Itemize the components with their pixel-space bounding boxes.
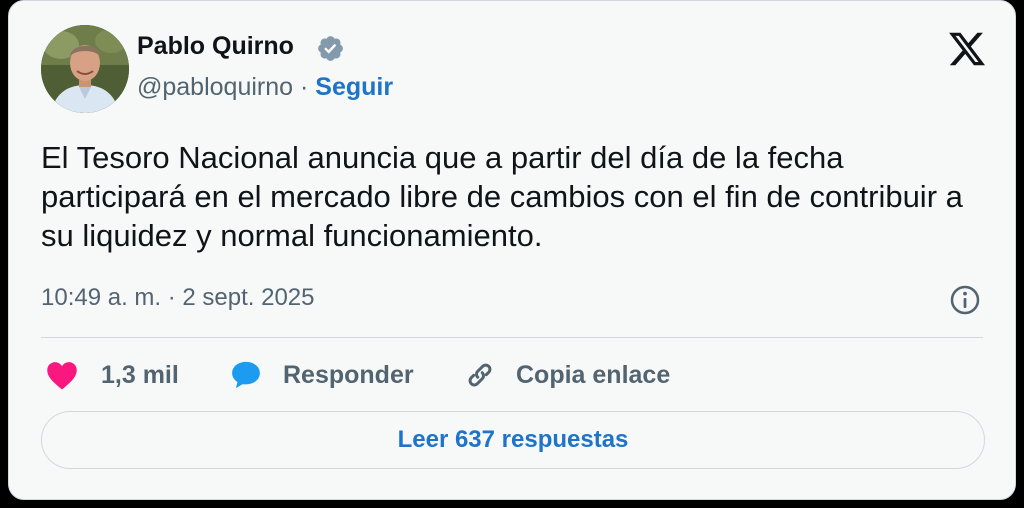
like-count: 1,3 mil xyxy=(101,360,179,389)
tweet-card: Pablo Quirno @pabloquirno · Seguir El Te… xyxy=(8,0,1016,500)
tweet-text: El Tesoro Nacional anuncia que a partir … xyxy=(41,140,963,253)
copy-link-label: Copia enlace xyxy=(516,360,671,389)
reply-label: Responder xyxy=(283,360,414,389)
avatar[interactable] xyxy=(41,25,129,113)
author-handle[interactable]: @pabloquirno xyxy=(137,73,293,101)
copy-link-button[interactable]: Copia enlace xyxy=(462,355,670,395)
read-replies-button[interactable]: Leer 637 respuestas xyxy=(41,411,985,469)
handle-row: @pabloquirno · Seguir xyxy=(137,73,393,102)
reply-button[interactable]: Responder xyxy=(229,355,414,395)
speech-bubble-icon xyxy=(232,361,260,389)
verified-badge-icon xyxy=(318,36,343,61)
heart-icon xyxy=(47,362,77,390)
timestamp[interactable]: 10:49 a. m. · 2 sept. 2025 xyxy=(41,284,315,312)
like-button[interactable]: 1,3 mil xyxy=(45,355,179,395)
handle-separator: · xyxy=(293,73,316,101)
x-logo-icon[interactable] xyxy=(947,29,987,69)
follow-button[interactable]: Seguir xyxy=(315,73,393,101)
author-name[interactable]: Pablo Quirno xyxy=(137,32,294,61)
link-icon xyxy=(468,363,492,387)
divider xyxy=(41,337,983,338)
info-icon[interactable] xyxy=(949,284,981,316)
